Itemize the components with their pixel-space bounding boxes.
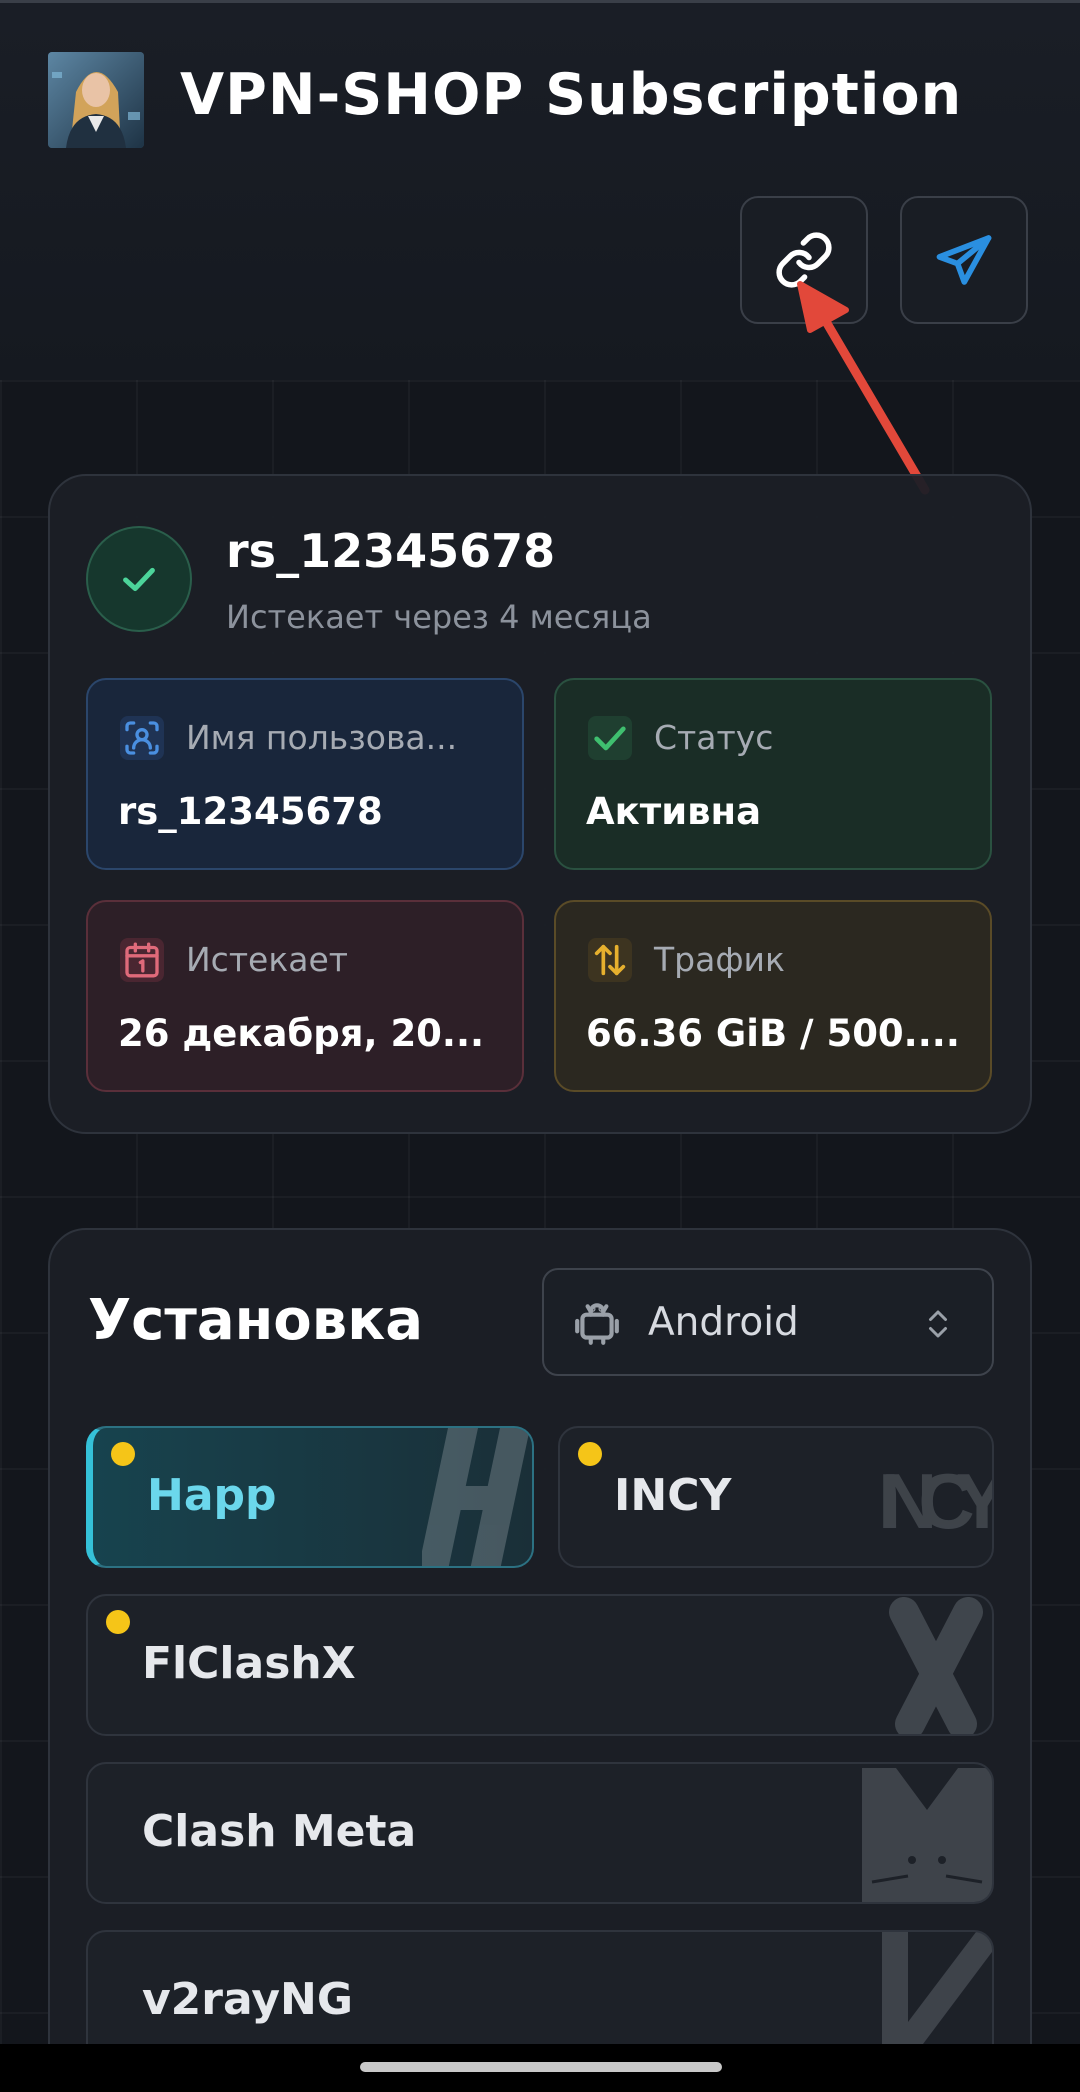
tile-label: Имя пользова... <box>186 718 458 757</box>
featured-dot <box>106 1610 130 1634</box>
info-tile-status: Статус Активна <box>554 678 992 870</box>
android-icon <box>575 1303 619 1345</box>
featured-dot <box>111 1442 135 1466</box>
status-bar-edge <box>0 0 1080 3</box>
calendar-icon <box>120 938 164 982</box>
app-name: v2rayNG <box>142 1974 353 2025</box>
expiry-subtitle: Истекает через 4 месяца <box>226 598 652 636</box>
app-item-flclashx[interactable]: FlClashX <box>86 1594 994 1736</box>
arrows-up-down-icon <box>588 938 632 982</box>
tile-value: 26 декабря, 20... <box>118 1012 485 1055</box>
page: VPN-SHOP Subscription rs_12345678 Истека… <box>0 0 1080 2092</box>
featured-dot <box>578 1442 602 1466</box>
install-title: Установка <box>88 1288 424 1353</box>
avatar <box>48 52 144 148</box>
tile-label: Трафик <box>654 940 785 979</box>
clash-meta-logo-icon <box>862 1768 992 1902</box>
info-tile-expires: Истекает 26 декабря, 20... <box>86 900 524 1092</box>
info-tile-traffic: Трафик 66.36 GiB / 500.... <box>554 900 992 1092</box>
check-icon <box>588 716 632 760</box>
flclashx-logo-icon <box>889 1597 983 1734</box>
app-name: FlClashX <box>142 1638 356 1689</box>
platform-select-value: Android <box>648 1300 799 1345</box>
info-tile-username: Имя пользова... rs_12345678 <box>86 678 524 870</box>
tile-label: Статус <box>654 718 774 757</box>
app-item-happ[interactable]: Happ <box>86 1426 534 1568</box>
user-scan-icon <box>120 716 164 760</box>
username-heading: rs_12345678 <box>226 524 556 578</box>
incy-logo-icon: INCY <box>878 1457 992 1545</box>
app-item-clash-meta[interactable]: Clash Meta <box>86 1762 994 1904</box>
tile-value: 66.36 GiB / 500.... <box>586 1012 960 1055</box>
tile-value: rs_12345678 <box>118 790 383 833</box>
app-title: VPN-SHOP Subscription <box>180 62 963 128</box>
tile-value: Активна <box>586 790 762 833</box>
status-indicator <box>86 526 192 632</box>
home-indicator[interactable] <box>360 2062 722 2072</box>
app-item-incy[interactable]: INCY INCY <box>558 1426 994 1568</box>
tile-label: Истекает <box>186 940 349 979</box>
platform-select[interactable]: Android <box>542 1268 994 1376</box>
app-name: Happ <box>147 1470 277 1521</box>
check-icon <box>123 567 155 592</box>
happ-logo-icon <box>422 1428 530 1566</box>
svg-text:INCY: INCY <box>878 1457 992 1545</box>
app-name: INCY <box>614 1470 732 1521</box>
app-name: Clash Meta <box>142 1806 417 1857</box>
chevron-up-down-icon <box>929 1310 947 1338</box>
